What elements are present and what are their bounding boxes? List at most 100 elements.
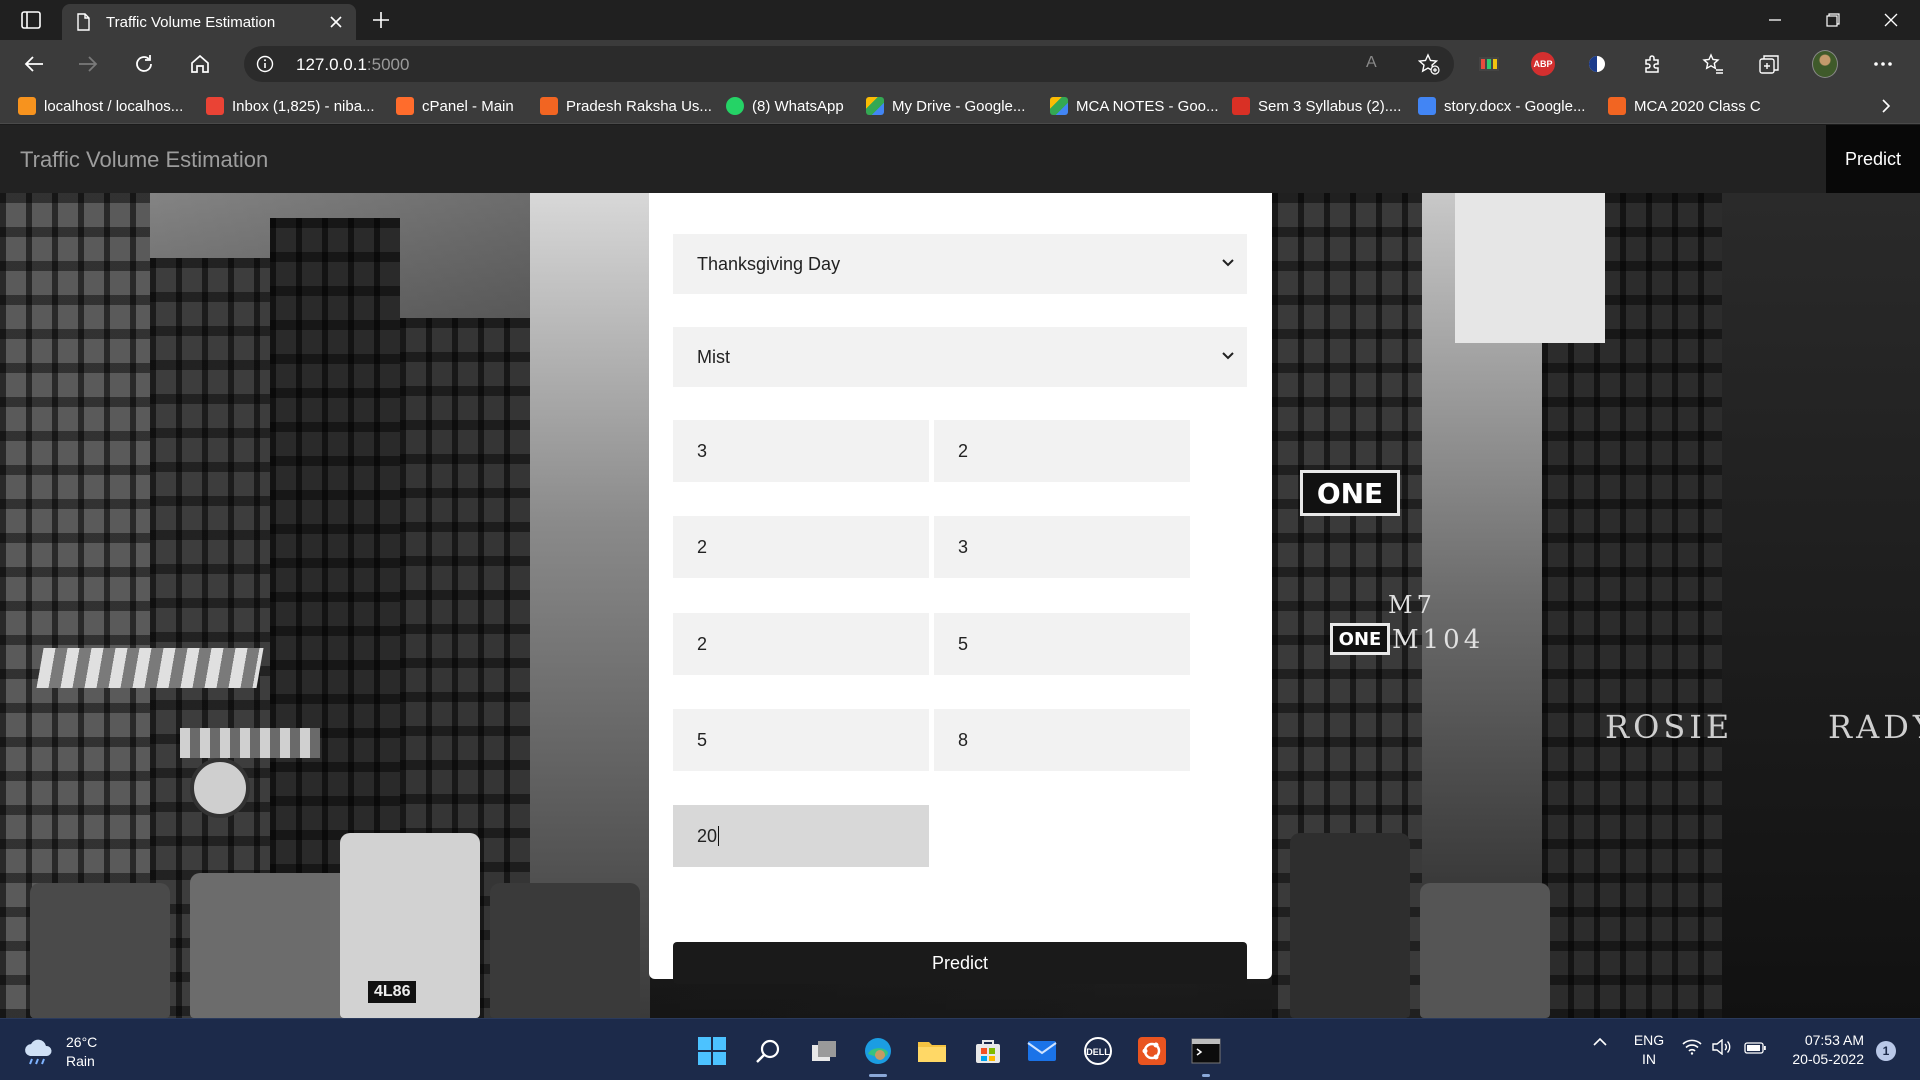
url-input[interactable]: 127.0.0.1:5000 A <box>244 46 1454 82</box>
battery-icon[interactable] <box>1744 1041 1766 1057</box>
new-tab-button[interactable] <box>368 8 394 32</box>
forward-button[interactable] <box>70 48 106 80</box>
tab-actions-icon[interactable] <box>14 8 48 32</box>
weather-temperature: 26°C <box>66 1034 98 1050</box>
input-field[interactable]: 5 <box>673 709 929 771</box>
chevron-down-icon <box>1222 352 1234 360</box>
url-text: 127.0.0.1:5000 <box>296 55 410 74</box>
ubuntu-icon[interactable] <box>1134 1033 1170 1069</box>
input-language-indicator[interactable]: ENG IN <box>1632 1031 1666 1069</box>
start-button[interactable] <box>694 1033 730 1069</box>
google-docs-icon <box>1418 97 1436 115</box>
street-background-image: ONE ONE M104 M7 ROSIE RADY 4L86 Thanksgi… <box>0 193 1920 1018</box>
search-icon[interactable] <box>750 1033 786 1069</box>
car <box>490 883 640 1018</box>
one-way-sign-small: ONE <box>1330 623 1390 655</box>
bookmark-item[interactable]: MCA NOTES - Goo... <box>1050 95 1219 117</box>
theatre-letters-2: RADY <box>1828 708 1920 746</box>
restore-button[interactable] <box>1810 4 1856 36</box>
site-info-icon[interactable] <box>256 55 274 73</box>
bookmarks-bar: localhost / localhos... Inbox (1,825) - … <box>0 88 1920 124</box>
site-navbar: Traffic Volume Estimation Predict <box>0 125 1920 193</box>
add-favorite-icon[interactable] <box>1418 53 1440 75</box>
dell-icon[interactable]: DELL <box>1080 1033 1116 1069</box>
gmail-icon <box>206 97 224 115</box>
input-field-value: 20 <box>697 825 718 846</box>
language-code: ENG <box>1633 1032 1665 1048</box>
phpmyadmin-icon <box>18 97 36 115</box>
bookmark-item[interactable]: My Drive - Google... <box>866 95 1025 117</box>
holiday-select[interactable]: Thanksgiving Day <box>673 234 1247 294</box>
bookmark-item[interactable]: MCA 2020 Class C <box>1608 95 1761 117</box>
chevron-down-icon <box>1222 259 1234 267</box>
input-field[interactable]: 3 <box>673 420 929 482</box>
mail-icon[interactable] <box>1024 1033 1060 1069</box>
car <box>30 883 170 1018</box>
bookmark-item[interactable]: story.docx - Google... <box>1418 95 1585 117</box>
bookmark-item[interactable]: localhost / localhos... <box>18 95 183 117</box>
adblock-plus-icon[interactable]: ABP <box>1530 51 1556 77</box>
bookmark-item[interactable]: Sem 3 Syllabus (2).... <box>1232 95 1401 117</box>
site-brand[interactable]: Traffic Volume Estimation <box>20 147 268 173</box>
profile-avatar[interactable] <box>1812 50 1838 78</box>
back-button[interactable] <box>16 48 52 80</box>
input-field[interactable]: 2 <box>934 420 1190 482</box>
input-field[interactable]: 5 <box>934 613 1190 675</box>
microsoft-store-icon[interactable] <box>970 1033 1006 1069</box>
favorites-icon[interactable] <box>1700 51 1726 77</box>
system-clock[interactable]: 07:53 AM 20-05-2022 <box>1780 1031 1864 1069</box>
nav-predict-link[interactable]: Predict <box>1826 125 1920 193</box>
home-button[interactable] <box>182 48 218 80</box>
collections-icon[interactable] <box>1756 51 1782 77</box>
more-menu-icon[interactable] <box>1870 51 1896 77</box>
weather-description: Rain <box>66 1053 95 1069</box>
bookmarks-overflow-icon[interactable] <box>1880 95 1892 117</box>
browser-tab-strip: Traffic Volume Estimation <box>0 0 1920 40</box>
rain-cloud-icon <box>25 1039 52 1065</box>
input-field-focused[interactable]: 20 <box>673 805 929 867</box>
windows-taskbar: 26°C Rain DELL ENG IN 07:53 AM 20-05-202… <box>0 1018 1920 1080</box>
terminal-icon[interactable] <box>1188 1033 1224 1077</box>
awning <box>36 648 264 688</box>
input-field[interactable]: 2 <box>673 613 929 675</box>
route-sign-m7: M7 <box>1388 591 1436 619</box>
bookmark-item[interactable]: Inbox (1,825) - niba... <box>206 95 375 117</box>
running-app-indicator <box>1202 1074 1210 1077</box>
car <box>190 873 350 1018</box>
clock-time: 07:53 AM <box>1804 1032 1864 1048</box>
refresh-button[interactable] <box>126 48 162 80</box>
input-field[interactable]: 8 <box>934 709 1190 771</box>
bookmark-item[interactable]: cPanel - Main <box>396 95 514 117</box>
extension-color-icon[interactable] <box>1476 51 1502 77</box>
predict-button[interactable]: Predict <box>673 942 1247 984</box>
clock-date: 20-05-2022 <box>1792 1051 1864 1067</box>
notification-badge[interactable]: 1 <box>1876 1041 1896 1061</box>
address-bar-row: 127.0.0.1:5000 A ABP <box>0 40 1920 88</box>
bookmark-item[interactable]: (8) WhatsApp <box>726 95 844 117</box>
volume-icon[interactable] <box>1712 1038 1732 1058</box>
read-aloud-icon[interactable]: A <box>1366 54 1388 74</box>
input-field[interactable]: 3 <box>934 516 1190 578</box>
extension-contrast-icon[interactable] <box>1584 51 1610 77</box>
close-window-button[interactable] <box>1868 4 1914 36</box>
file-explorer-icon[interactable] <box>914 1033 950 1069</box>
route-sign-m104: M104 <box>1392 625 1485 655</box>
class-icon <box>1608 97 1626 115</box>
bookmark-item[interactable]: Pradesh Raksha Us... <box>540 95 712 117</box>
input-field[interactable]: 2 <box>673 516 929 578</box>
browser-tab-active[interactable]: Traffic Volume Estimation <box>62 4 356 40</box>
extensions-puzzle-icon[interactable] <box>1640 51 1666 77</box>
active-app-indicator <box>869 1074 887 1077</box>
svg-text:DELL: DELL <box>1086 1047 1110 1057</box>
show-hidden-icons-chevron-icon[interactable] <box>1592 1035 1608 1051</box>
holiday-select-value: Thanksgiving Day <box>697 253 841 274</box>
wifi-icon[interactable] <box>1682 1039 1702 1058</box>
weather-widget[interactable]: 26°C Rain <box>22 1033 97 1071</box>
weather-select[interactable]: Mist <box>673 327 1247 387</box>
edge-browser-icon[interactable] <box>860 1033 896 1077</box>
close-tab-icon[interactable] <box>328 14 344 30</box>
prediction-form: Thanksgiving Day Mist 3 2 2 3 2 5 5 8 20… <box>649 193 1272 984</box>
minimize-button[interactable] <box>1752 4 1798 36</box>
task-view-icon[interactable] <box>806 1033 842 1069</box>
google-drive-icon <box>866 97 884 115</box>
